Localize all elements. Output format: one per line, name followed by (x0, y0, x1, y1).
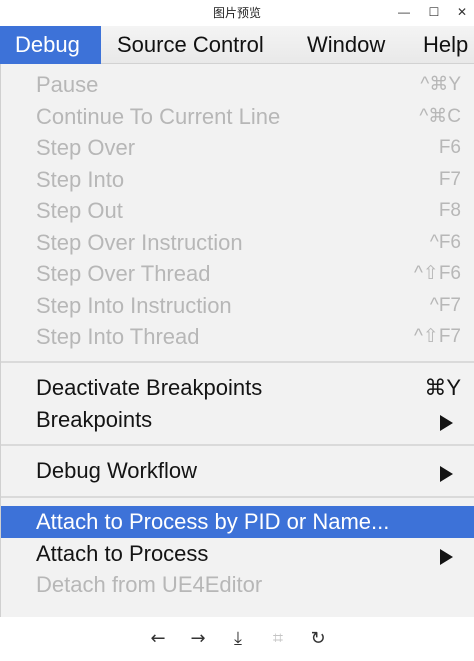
menu-item-debug-workflow[interactable]: Debug Workflow (1, 455, 474, 487)
rotate-icon[interactable]: ↻ (306, 627, 330, 651)
menu-item-detach-from-ue4editor[interactable]: Detach from UE4Editor (1, 569, 474, 601)
menu-item-label: Continue To Current Line (36, 104, 281, 129)
minimize-icon[interactable]: — (396, 4, 412, 20)
menu-item-shortcut: ^⇧F6 (413, 263, 461, 284)
menu-item-attach-to-process-by-pid[interactable]: Attach to Process by PID or Name... (1, 506, 474, 538)
debug-dropdown-menu: Pause ^⌘Y Continue To Current Line ^⌘C S… (0, 64, 474, 617)
menu-item-step-into-instruction[interactable]: Step Into Instruction ^F7 (1, 290, 474, 322)
menu-item-shortcut: F7 (438, 169, 461, 190)
menu-item-shortcut: F6 (438, 137, 461, 158)
menu-item-shortcut: ^⌘Y (420, 74, 461, 95)
menu-item-label: Step Into (36, 167, 125, 192)
menu-item-label: Step Over Instruction (36, 230, 243, 255)
menu-item-shortcut: ^F7 (429, 295, 461, 316)
menu-item-label: Step Into Thread (36, 324, 200, 349)
menu-item-label: Step Over Thread (36, 261, 211, 286)
menu-help[interactable]: Help (423, 26, 468, 64)
menu-item-label: Detach from UE4Editor (36, 572, 263, 597)
menu-item-label: Attach to Process (36, 541, 209, 566)
fit-to-screen-icon[interactable]: ⌗ (266, 627, 290, 651)
window-title-bar: 图片预览 — ☐ ✕ (0, 0, 474, 26)
menu-item-step-over[interactable]: Step Over F6 (1, 132, 474, 164)
menu-item-shortcut: ^⌘C (419, 106, 461, 127)
menu-item-step-out[interactable]: Step Out F8 (1, 195, 474, 227)
menu-item-shortcut: ^⇧F7 (413, 326, 461, 347)
menu-item-shortcut: F8 (438, 200, 461, 221)
menu-item-deactivate-breakpoints[interactable]: Deactivate Breakpoints ⌘Y (1, 372, 474, 404)
menu-item-shortcut: ⌘Y (424, 375, 461, 400)
menu-debug[interactable]: Debug (0, 26, 101, 64)
close-icon[interactable]: ✕ (454, 4, 470, 20)
maximize-icon[interactable]: ☐ (426, 4, 442, 20)
menu-item-label: Debug Workflow (36, 458, 197, 483)
menu-item-label: Pause (36, 72, 99, 97)
submenu-arrow-icon (440, 415, 453, 431)
menu-item-attach-to-process[interactable]: Attach to Process (1, 538, 474, 570)
menu-source-control[interactable]: Source Control (117, 26, 264, 64)
download-icon[interactable]: ⤓ (226, 627, 250, 651)
menu-item-step-into[interactable]: Step Into F7 (1, 164, 474, 196)
menu-item-label: Step Over (36, 135, 136, 160)
menu-item-label: Step Into Instruction (36, 293, 232, 318)
menu-item-label: Attach to Process by PID or Name... (36, 509, 390, 534)
submenu-arrow-icon (440, 549, 453, 565)
menu-separator (1, 496, 474, 498)
image-viewer-toolbar: ← → ⤓ ⌗ ↻ (0, 617, 474, 661)
menu-item-pause[interactable]: Pause ^⌘Y (1, 69, 474, 101)
menu-item-label: Step Out (36, 198, 123, 223)
menu-separator (1, 361, 474, 363)
menu-item-step-over-thread[interactable]: Step Over Thread ^⇧F6 (1, 258, 474, 290)
menu-item-step-into-thread[interactable]: Step Into Thread ^⇧F7 (1, 321, 474, 353)
menu-bar: Debug Source Control Window Help (0, 26, 474, 64)
submenu-arrow-icon (440, 466, 453, 482)
menu-item-continue-to-current-line[interactable]: Continue To Current Line ^⌘C (1, 101, 474, 133)
menu-window[interactable]: Window (307, 26, 385, 64)
menu-item-label: Breakpoints (36, 407, 153, 432)
next-icon[interactable]: → (186, 627, 210, 651)
menu-item-breakpoints[interactable]: Breakpoints (1, 404, 474, 436)
menu-item-label: Deactivate Breakpoints (36, 375, 263, 400)
previous-icon[interactable]: ← (146, 627, 170, 651)
menu-item-shortcut: ^F6 (429, 232, 461, 253)
menu-item-step-over-instruction[interactable]: Step Over Instruction ^F6 (1, 227, 474, 259)
menu-separator (1, 444, 474, 446)
